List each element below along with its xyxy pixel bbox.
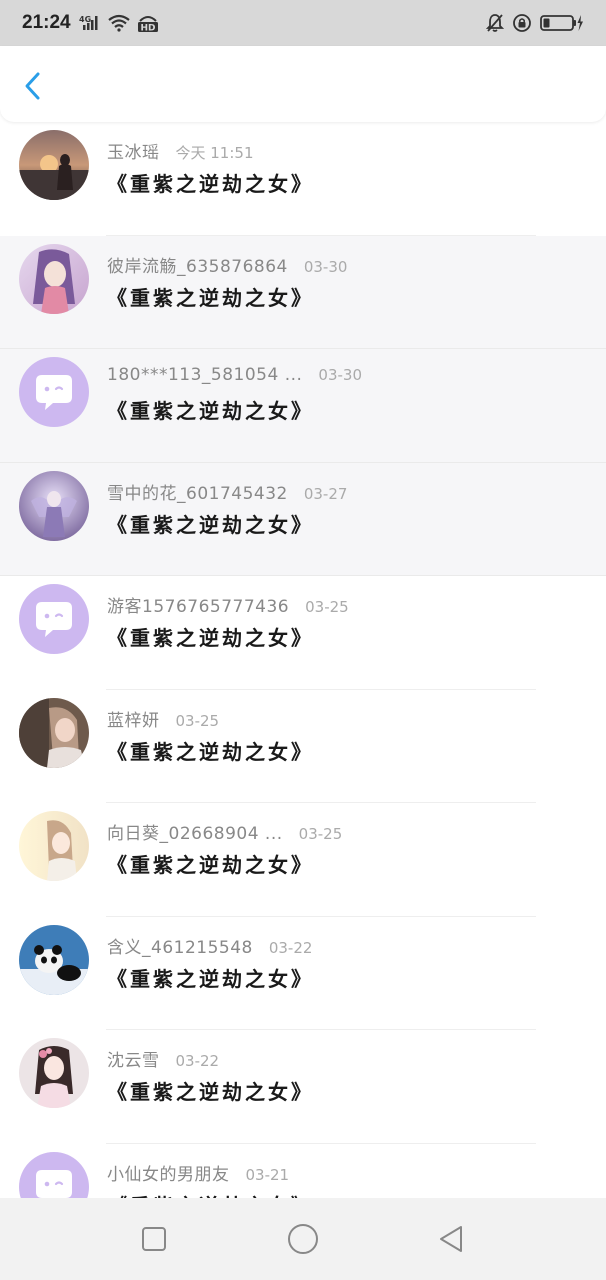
message-preview: 《重紫之逆劫之女》 — [107, 626, 314, 650]
battery-charging-icon — [540, 13, 584, 33]
message-list-item[interactable]: 含义_461215548 03-22 《重紫之逆劫之女》 — [0, 917, 606, 1030]
avatar[interactable] — [19, 1151, 89, 1198]
message-preview: 《重紫之逆劫之女》 — [107, 1080, 314, 1104]
message-time: 03-25 — [298, 825, 343, 843]
message-preview: 《重紫之逆劫之女》 — [107, 853, 314, 877]
sender-name: 向日葵_02668904 ... — [107, 824, 283, 844]
alarm-lock-icon — [512, 13, 532, 33]
square-icon — [142, 1227, 167, 1251]
anime-fairy-avatar — [19, 470, 89, 541]
home-button[interactable] — [281, 1217, 325, 1261]
status-bar: 21:24 4G HD — [0, 0, 606, 46]
panda-avatar — [19, 924, 89, 995]
girl-portrait-avatar — [19, 697, 89, 768]
chat-bubble-icon — [19, 357, 89, 427]
message-list-item[interactable]: 小仙女的男朋友 03-21 《重紫之逆劫之女》 — [0, 1144, 606, 1199]
cellular-signal-icon: 4G — [79, 14, 101, 32]
message-list-item[interactable]: 玉冰瑶 今天 11:51 《重紫之逆劫之女》 — [0, 122, 606, 236]
message-time: 今天 11:51 — [175, 144, 254, 162]
message-preview: 《重紫之逆劫之女》 — [107, 966, 314, 991]
message-time: 03-30 — [303, 257, 348, 276]
message-time: 03-21 — [245, 1165, 290, 1184]
avatar[interactable] — [19, 697, 89, 768]
avatar[interactable] — [19, 130, 89, 200]
message-preview: 《重紫之逆劫之女》 — [107, 1190, 314, 1199]
message-time: 03-27 — [303, 484, 348, 503]
sunset-photo-avatar — [19, 130, 89, 200]
sender-name: 含义_461215548 — [107, 937, 253, 958]
message-list-item[interactable]: 彼岸流觞_635876864 03-30 《重紫之逆劫之女》 — [0, 235, 606, 349]
recents-button[interactable] — [132, 1217, 176, 1261]
hd-icon: HD — [137, 13, 159, 33]
message-preview: 《重紫之逆劫之女》 — [107, 399, 314, 423]
back-button[interactable] — [18, 70, 50, 102]
sender-name: 游客1576765777436 — [107, 597, 290, 617]
message-list-item[interactable]: 雪中的花_601745432 03-27 《重紫之逆劫之女》 — [0, 462, 606, 576]
sender-name: 小仙女的男朋友 — [107, 1164, 230, 1185]
message-preview: 《重紫之逆劫之女》 — [107, 172, 314, 196]
wifi-icon — [107, 14, 131, 32]
avatar[interactable] — [19, 924, 89, 995]
avatar[interactable] — [19, 470, 89, 541]
message-time: 03-22 — [175, 1052, 220, 1070]
network-type-label: 4G — [79, 15, 91, 24]
message-preview: 《重紫之逆劫之女》 — [107, 739, 314, 764]
message-preview: 《重紫之逆劫之女》 — [107, 285, 314, 310]
girl-flowers-avatar — [19, 1038, 89, 1108]
hd-label: HD — [140, 24, 155, 34]
message-time: 03-25 — [175, 711, 220, 730]
chat-bubble-icon — [19, 584, 89, 654]
chat-bubble-icon — [19, 1151, 89, 1198]
top-app-bar — [0, 46, 606, 122]
avatar[interactable] — [19, 243, 89, 314]
message-list-item[interactable]: 游客1576765777436 03-25 《重紫之逆劫之女》 — [0, 576, 606, 690]
sender-name: 彼岸流觞_635876864 — [107, 256, 288, 277]
message-list: 玉冰瑶 今天 11:51 《重紫之逆劫之女》 彼岸流觞_635876864 03… — [0, 122, 606, 1198]
triangle-back-icon — [439, 1226, 462, 1252]
message-list-item[interactable]: 蓝梓妍 03-25 《重紫之逆劫之女》 — [0, 690, 606, 803]
message-list-item[interactable]: 沈云雪 03-22 《重紫之逆劫之女》 — [0, 1030, 606, 1144]
sender-name: 沈云雪 — [107, 1051, 160, 1071]
message-preview: 《重紫之逆劫之女》 — [107, 512, 314, 537]
sender-name: 玉冰瑶 — [107, 143, 160, 163]
avatar[interactable] — [19, 357, 89, 427]
sender-name: 蓝梓妍 — [107, 710, 160, 731]
sender-name: 180***113_581054 ... — [107, 365, 303, 385]
message-list-item[interactable]: 向日葵_02668904 ... 03-25 《重紫之逆劫之女》 — [0, 803, 606, 917]
avatar[interactable] — [19, 1038, 89, 1108]
status-time: 21:24 — [22, 12, 71, 33]
back-nav-button[interactable] — [430, 1217, 474, 1261]
message-time: 03-30 — [318, 366, 362, 384]
avatar[interactable] — [19, 811, 89, 881]
avatar[interactable] — [19, 584, 89, 654]
anime-girl-avatar — [19, 243, 89, 314]
bell-muted-icon — [486, 13, 504, 33]
message-time: 03-22 — [268, 938, 313, 957]
girl-bright-avatar — [19, 811, 89, 881]
message-time: 03-25 — [305, 598, 349, 616]
circle-icon — [287, 1224, 318, 1254]
chevron-left-icon — [25, 72, 40, 100]
message-list-item[interactable]: 180***113_581054 ... 03-30 《重紫之逆劫之女》 — [0, 349, 606, 463]
system-navigation-bar — [0, 1198, 606, 1280]
sender-name: 雪中的花_601745432 — [107, 483, 288, 504]
